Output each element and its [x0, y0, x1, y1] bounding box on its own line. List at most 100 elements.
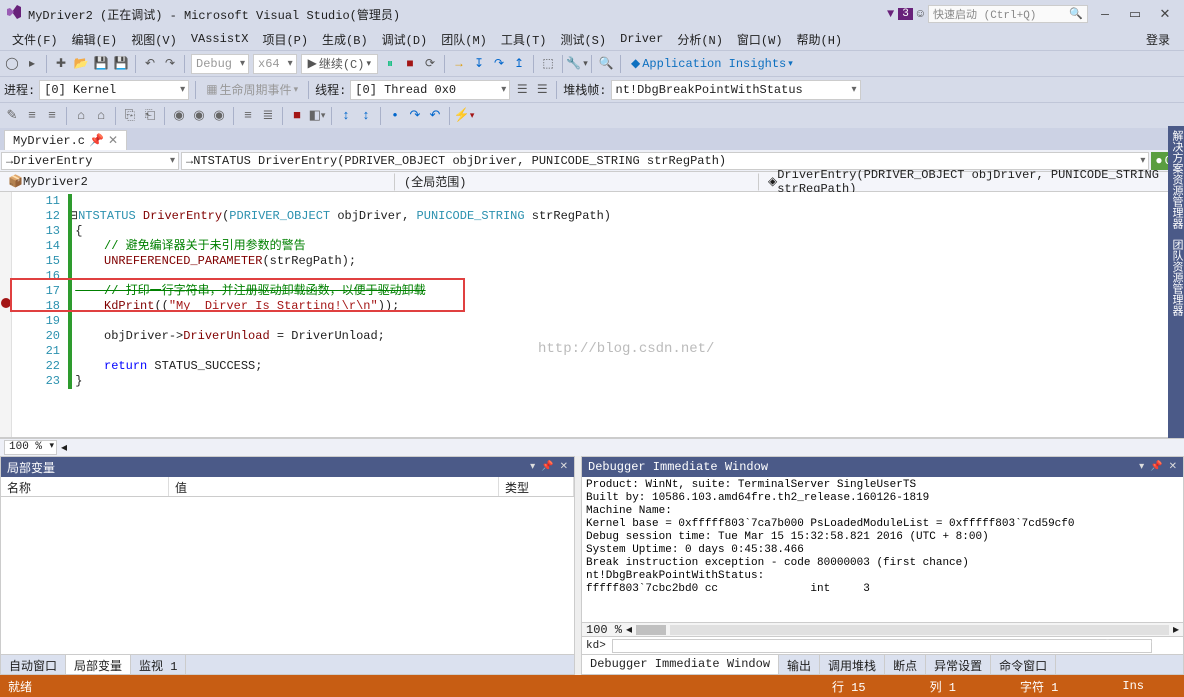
undo-icon[interactable]: ↶	[142, 56, 158, 72]
va-icon[interactable]: ↕	[338, 108, 354, 124]
menu-item[interactable]: 项目(P)	[256, 29, 314, 50]
menu-item[interactable]: Driver	[614, 30, 669, 48]
immediate-scroll[interactable]: 100 % ◂▸	[582, 622, 1183, 636]
close-icon[interactable]: ✕	[1169, 461, 1177, 473]
va-icon[interactable]: ⌂	[93, 108, 109, 124]
va-icon[interactable]: ≡	[44, 108, 60, 124]
immediate-body[interactable]: Product: WinNt, suite: TerminalServer Si…	[582, 477, 1183, 622]
restart-icon[interactable]: ⟳	[422, 56, 438, 72]
va-icon[interactable]: ↷	[407, 108, 423, 124]
stop-icon[interactable]: ■	[289, 108, 305, 124]
close-icon[interactable]: ✕	[560, 461, 568, 473]
code-editor[interactable]: 11121314151617181920212223 ⊟NTSTATUS Dri…	[0, 192, 1184, 438]
va-icon[interactable]: ◉	[191, 108, 207, 124]
pin-icon[interactable]: 📌	[1150, 461, 1162, 473]
step-over-icon[interactable]: ↷	[491, 56, 507, 72]
va-icon[interactable]: ⌂	[73, 108, 89, 124]
save-icon[interactable]: 💾	[93, 56, 109, 72]
notify-badge[interactable]: 3	[898, 8, 913, 20]
feedback-icon[interactable]: ☺	[917, 7, 924, 21]
side-tab[interactable]: 团队资源管理器	[1168, 239, 1184, 316]
scope-dropdown[interactable]: (全局范围)	[397, 173, 759, 191]
scope-dropdown[interactable]: ◈ DriverEntry(PDRIVER_OBJECT objDriver, …	[761, 173, 1183, 191]
menu-item[interactable]: 生成(B)	[316, 29, 374, 50]
va-icon[interactable]: ◧	[309, 108, 325, 124]
menu-item[interactable]: 帮助(H)	[791, 29, 849, 50]
va-icon[interactable]: ◉	[171, 108, 187, 124]
step-into-icon[interactable]: ↧	[471, 56, 487, 72]
menu-item[interactable]: 视图(V)	[125, 29, 183, 50]
tab-watch1[interactable]: 监视 1	[131, 655, 186, 674]
close-button[interactable]: ✕	[1152, 7, 1178, 22]
col-value[interactable]: 值	[169, 477, 499, 496]
menu-item[interactable]: 调试(D)	[376, 29, 434, 50]
va-icon[interactable]: ≡	[24, 108, 40, 124]
thread-next-icon[interactable]: ☰	[534, 82, 550, 98]
tab-immediate[interactable]: Debugger Immediate Window	[582, 655, 779, 674]
doc-tab[interactable]: MyDrvier.c📌✕	[4, 130, 127, 150]
kd-input[interactable]	[612, 639, 1152, 653]
open-file-icon[interactable]: 📂	[73, 56, 89, 72]
menu-item[interactable]: 工具(T)	[495, 29, 553, 50]
side-tabs[interactable]: 解决方案资源管理器 团队资源管理器	[1168, 126, 1184, 438]
minimize-button[interactable]: —	[1092, 7, 1118, 22]
tab-output[interactable]: 输出	[779, 655, 820, 674]
va-icon[interactable]: ↶	[427, 108, 443, 124]
stackframe-dropdown[interactable]: nt!DbgBreakPointWithStatus	[611, 80, 861, 100]
step-out-icon[interactable]: ↥	[511, 56, 527, 72]
signature-dropdown[interactable]: → NTSTATUS DriverEntry(PDRIVER_OBJECT ob…	[181, 152, 1149, 170]
redo-icon[interactable]: ↷	[162, 56, 178, 72]
platform-dropdown[interactable]: x64	[253, 54, 297, 74]
code-body[interactable]: ⊟NTSTATUS DriverEntry(PDRIVER_OBJECT obj…	[68, 192, 1184, 437]
maximize-button[interactable]: ▭	[1122, 7, 1148, 22]
continue-button[interactable]: ▶ 继续(C)	[301, 54, 378, 74]
quick-launch[interactable]: 快速启动 (Ctrl+Q)🔍	[928, 5, 1088, 23]
breakpoint-icon[interactable]	[1, 298, 11, 308]
margin-indicator[interactable]	[0, 192, 12, 437]
dropdown-icon[interactable]: ▾	[1139, 461, 1144, 473]
thread-dropdown[interactable]: [0] Thread 0x0	[350, 80, 510, 100]
scroll-left-icon[interactable]: ◂	[61, 440, 67, 455]
config-dropdown[interactable]: Debug	[191, 54, 249, 74]
side-tab[interactable]: 解决方案资源管理器	[1168, 130, 1184, 229]
va-icon[interactable]: ◉	[211, 108, 227, 124]
tab-callstack[interactable]: 调用堆栈	[820, 655, 885, 674]
zoom-dropdown[interactable]: 100 %	[4, 440, 57, 455]
notify-flag-icon[interactable]: ▼	[887, 7, 894, 21]
va-icon[interactable]: ≣	[260, 108, 276, 124]
close-tab-icon[interactable]: ✕	[108, 133, 118, 148]
pin-icon[interactable]: 📌	[541, 461, 553, 473]
process-dropdown[interactable]: [0] Kernel	[39, 80, 189, 100]
va-icon[interactable]: •	[387, 108, 403, 124]
va-icon[interactable]: ⎘	[122, 108, 138, 124]
find-icon[interactable]: 🔍	[598, 56, 614, 72]
save-all-icon[interactable]: 💾	[113, 56, 129, 72]
hex-toggle-icon[interactable]: ⬚	[540, 56, 556, 72]
va-icon[interactable]: ⚡	[456, 108, 472, 124]
menu-item[interactable]: 文件(F)	[6, 29, 64, 50]
zoom-dropdown[interactable]: 100 %	[586, 623, 622, 637]
menu-item[interactable]: VAssistX	[185, 30, 255, 48]
va-icon[interactable]: ↕	[358, 108, 374, 124]
va-icon[interactable]: ⎗	[142, 108, 158, 124]
va-icon[interactable]: ✎	[4, 108, 20, 124]
col-name[interactable]: 名称	[1, 477, 169, 496]
pause-icon[interactable]: ⏸	[382, 56, 398, 72]
new-file-icon[interactable]: ✚	[53, 56, 69, 72]
signin-button[interactable]: 登录	[1138, 29, 1178, 50]
tab-autos[interactable]: 自动窗口	[1, 655, 66, 674]
menu-item[interactable]: 测试(S)	[554, 29, 612, 50]
tab-locals[interactable]: 局部变量	[66, 655, 131, 674]
lifecycle-button[interactable]: ▦ 生命周期事件	[202, 80, 302, 100]
thread-prev-icon[interactable]: ☰	[514, 82, 530, 98]
stop-icon[interactable]: ■	[402, 56, 418, 72]
app-insights-button[interactable]: ◆ Application Insights	[627, 54, 797, 74]
scope-dropdown[interactable]: 📦 MyDriver2	[1, 173, 395, 191]
menu-item[interactable]: 编辑(E)	[66, 29, 124, 50]
menu-item[interactable]: 团队(M)	[435, 29, 493, 50]
menu-item[interactable]: 分析(N)	[671, 29, 729, 50]
step-arrow-icon[interactable]: →	[451, 56, 467, 72]
tab-breakpoints[interactable]: 断点	[885, 655, 926, 674]
member-dropdown[interactable]: → DriverEntry	[1, 152, 179, 170]
tool-icon[interactable]: 🔧	[569, 56, 585, 72]
